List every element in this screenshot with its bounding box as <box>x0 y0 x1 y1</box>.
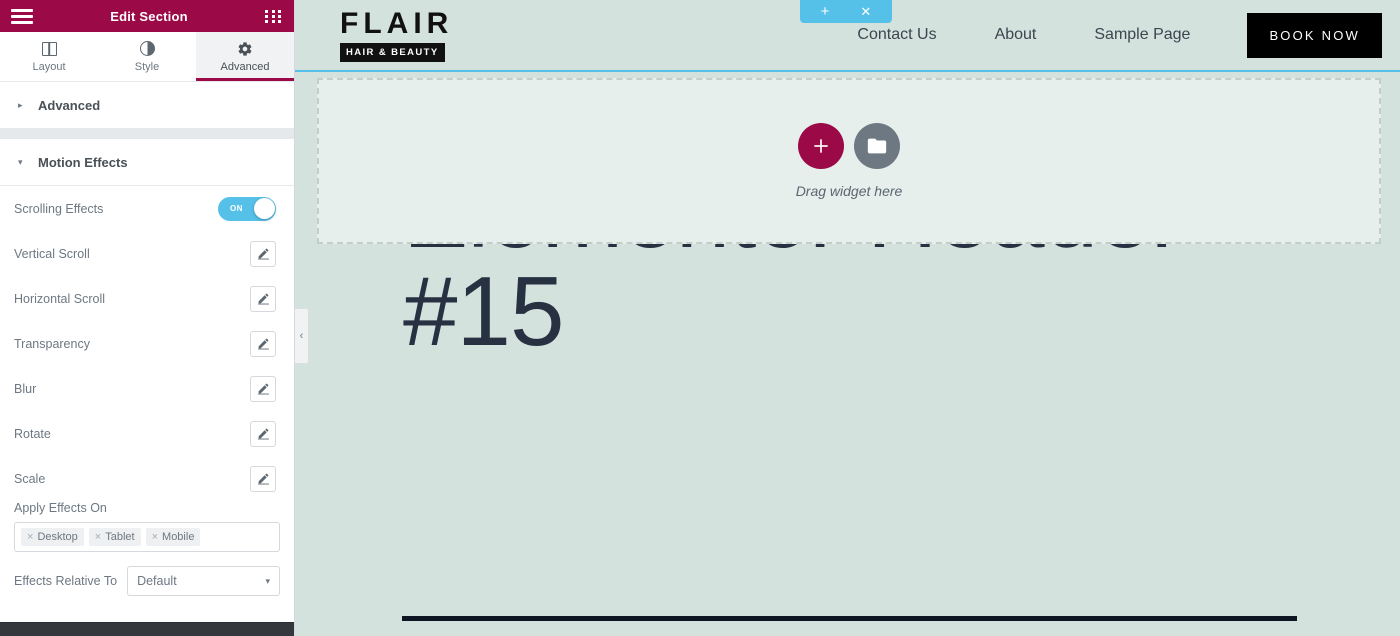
hero-divider <box>402 616 1297 621</box>
control-vertical-scroll: Vertical Scroll <box>0 231 294 276</box>
nav-item-about[interactable]: About <box>966 26 1066 44</box>
widget-dropzone[interactable]: Drag widget here <box>317 78 1381 244</box>
scale-label: Scale <box>14 471 46 486</box>
apply-effects-on-field[interactable]: × Desktop × Tablet × Mobile <box>14 522 280 552</box>
dropzone-hint: Drag widget here <box>795 183 903 199</box>
scrolling-effects-toggle[interactable]: ON <box>218 196 276 221</box>
tag-tablet-label: Tablet <box>105 531 135 543</box>
vertical-scroll-edit-button[interactable] <box>250 240 276 267</box>
chevron-left-icon: ‹ <box>299 330 304 342</box>
horizontal-scroll-edit-button[interactable] <box>250 285 276 312</box>
panel-title: Edit Section <box>110 8 188 24</box>
section-edit-handle: + ✕ <box>800 0 892 23</box>
control-scrolling-effects: Scrolling Effects ON <box>0 186 294 231</box>
gear-icon <box>237 40 253 57</box>
tag-tablet[interactable]: × Tablet <box>88 528 141 546</box>
apply-effects-on-label: Apply Effects On <box>14 501 107 515</box>
elementor-editor: Edit Section Layout Style Advanced ▸ Adv… <box>0 0 1400 636</box>
tab-style[interactable]: Style <box>98 32 196 81</box>
layout-icon <box>41 40 57 57</box>
effects-relative-to-value: Default <box>137 574 177 588</box>
horizontal-scroll-label: Horizontal Scroll <box>14 291 106 306</box>
panel-footer-bar <box>0 622 294 636</box>
transparency-label: Transparency <box>14 336 90 351</box>
control-transparency: Transparency <box>0 321 294 366</box>
panel-collapse-button[interactable]: ‹ <box>295 308 309 364</box>
blur-edit-button[interactable] <box>250 375 276 402</box>
tab-layout[interactable]: Layout <box>0 32 98 81</box>
remove-icon[interactable]: × <box>152 531 158 543</box>
pencil-icon <box>257 428 269 440</box>
transparency-edit-button[interactable] <box>250 330 276 357</box>
add-widget-button[interactable] <box>798 123 844 169</box>
pencil-icon <box>257 248 269 260</box>
tag-desktop[interactable]: × Desktop <box>21 528 84 546</box>
scale-edit-button[interactable] <box>250 465 276 492</box>
hamburger-icon[interactable] <box>11 8 33 24</box>
plus-icon <box>814 139 828 153</box>
vertical-scroll-label: Vertical Scroll <box>14 246 90 261</box>
chevron-down-icon: ▾ <box>18 156 23 167</box>
tag-mobile-label: Mobile <box>162 531 195 543</box>
folder-icon <box>867 138 887 154</box>
section-advanced-label: Advanced <box>38 97 101 113</box>
site-logo[interactable]: FLAIR HAIR & BEAUTY <box>340 6 454 62</box>
section-motion-effects[interactable]: ▾ Motion Effects <box>0 139 294 186</box>
control-rotate: Rotate <box>0 411 294 456</box>
panel-divider <box>0 129 294 139</box>
style-contrast-icon <box>139 40 155 57</box>
blur-label: Blur <box>14 381 37 396</box>
toggle-knob <box>253 198 275 219</box>
control-blur: Blur <box>0 366 294 411</box>
chevron-down-icon: ▾ <box>265 575 270 586</box>
toggle-state-label: ON <box>230 204 243 213</box>
panel-header: Edit Section <box>0 0 294 32</box>
logo-wordmark: FLAIR <box>340 6 454 40</box>
rotate-label: Rotate <box>14 426 51 441</box>
tab-advanced[interactable]: Advanced <box>196 32 294 81</box>
chevron-right-icon: ▸ <box>18 99 23 110</box>
effects-relative-to-select[interactable]: Default ▾ <box>127 566 280 596</box>
close-icon[interactable]: ✕ <box>860 5 871 18</box>
preview-canvas: ‹ FLAIR HAIR & BEAUTY Contact Us About S… <box>295 0 1400 636</box>
pencil-icon <box>257 383 269 395</box>
tab-advanced-label: Advanced <box>220 61 270 73</box>
tab-style-label: Style <box>134 61 160 73</box>
pencil-icon <box>257 338 269 350</box>
apps-grid-icon[interactable] <box>265 9 283 23</box>
add-template-button[interactable] <box>854 123 900 169</box>
drag-dots-icon[interactable] <box>839 10 850 13</box>
remove-icon[interactable]: × <box>95 531 101 543</box>
plus-icon[interactable]: + <box>821 4 830 19</box>
pencil-icon <box>257 473 269 485</box>
book-now-button[interactable]: BOOK NOW <box>1247 12 1382 58</box>
rotate-edit-button[interactable] <box>250 420 276 447</box>
control-horizontal-scroll: Horizontal Scroll <box>0 276 294 321</box>
control-scale: Scale <box>0 456 294 501</box>
control-effects-relative-to: Effects Relative To Default ▾ <box>0 566 294 596</box>
editor-panel: Edit Section Layout Style Advanced ▸ Adv… <box>0 0 295 636</box>
tag-desktop-label: Desktop <box>37 531 78 543</box>
site-header: FLAIR HAIR & BEAUTY Contact Us About Sam… <box>295 0 1400 72</box>
section-motion-effects-label: Motion Effects <box>38 154 128 170</box>
site-navigation: Contact Us About Sample Page BOOK NOW <box>828 12 1382 58</box>
tab-layout-label: Layout <box>32 61 66 73</box>
scrolling-effects-label: Scrolling Effects <box>14 201 104 216</box>
logo-tagline: HAIR & BEAUTY <box>340 42 445 62</box>
effects-relative-to-label: Effects Relative To <box>14 574 118 588</box>
nav-item-sample-page[interactable]: Sample Page <box>1065 26 1219 44</box>
pencil-icon <box>257 293 269 305</box>
tag-mobile[interactable]: × Mobile <box>145 528 201 546</box>
section-advanced[interactable]: ▸ Advanced <box>0 82 294 129</box>
remove-icon[interactable]: × <box>27 531 33 543</box>
panel-tabs: Layout Style Advanced <box>0 32 294 82</box>
nav-item-contact-us[interactable]: Contact Us <box>828 26 965 44</box>
dropzone-buttons <box>798 123 900 169</box>
